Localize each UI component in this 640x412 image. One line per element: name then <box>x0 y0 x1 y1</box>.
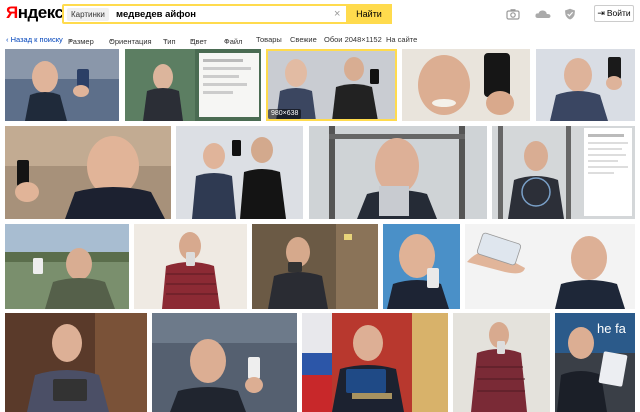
image-result[interactable] <box>309 126 487 219</box>
image-results-grid: 980×638 he fa <box>0 0 640 412</box>
image-result[interactable] <box>492 126 635 219</box>
image-result-selected[interactable]: 980×638 <box>266 49 397 121</box>
image-result[interactable] <box>5 313 147 412</box>
image-result[interactable] <box>176 126 303 219</box>
image-result[interactable] <box>5 49 119 121</box>
image-result[interactable] <box>453 313 550 412</box>
image-result[interactable] <box>134 224 247 309</box>
image-overlay-text: he fa <box>597 321 626 336</box>
image-result[interactable] <box>252 224 378 309</box>
image-result[interactable] <box>302 313 448 412</box>
image-result[interactable] <box>536 49 635 121</box>
image-result[interactable]: he fa <box>555 313 635 412</box>
image-result[interactable] <box>383 224 460 309</box>
image-result[interactable] <box>5 126 171 219</box>
image-result[interactable] <box>152 313 297 412</box>
image-result[interactable] <box>125 49 261 121</box>
image-result[interactable] <box>5 224 129 309</box>
image-result[interactable] <box>465 224 635 309</box>
image-result[interactable] <box>402 49 530 121</box>
image-size-badge: 980×638 <box>268 109 302 119</box>
